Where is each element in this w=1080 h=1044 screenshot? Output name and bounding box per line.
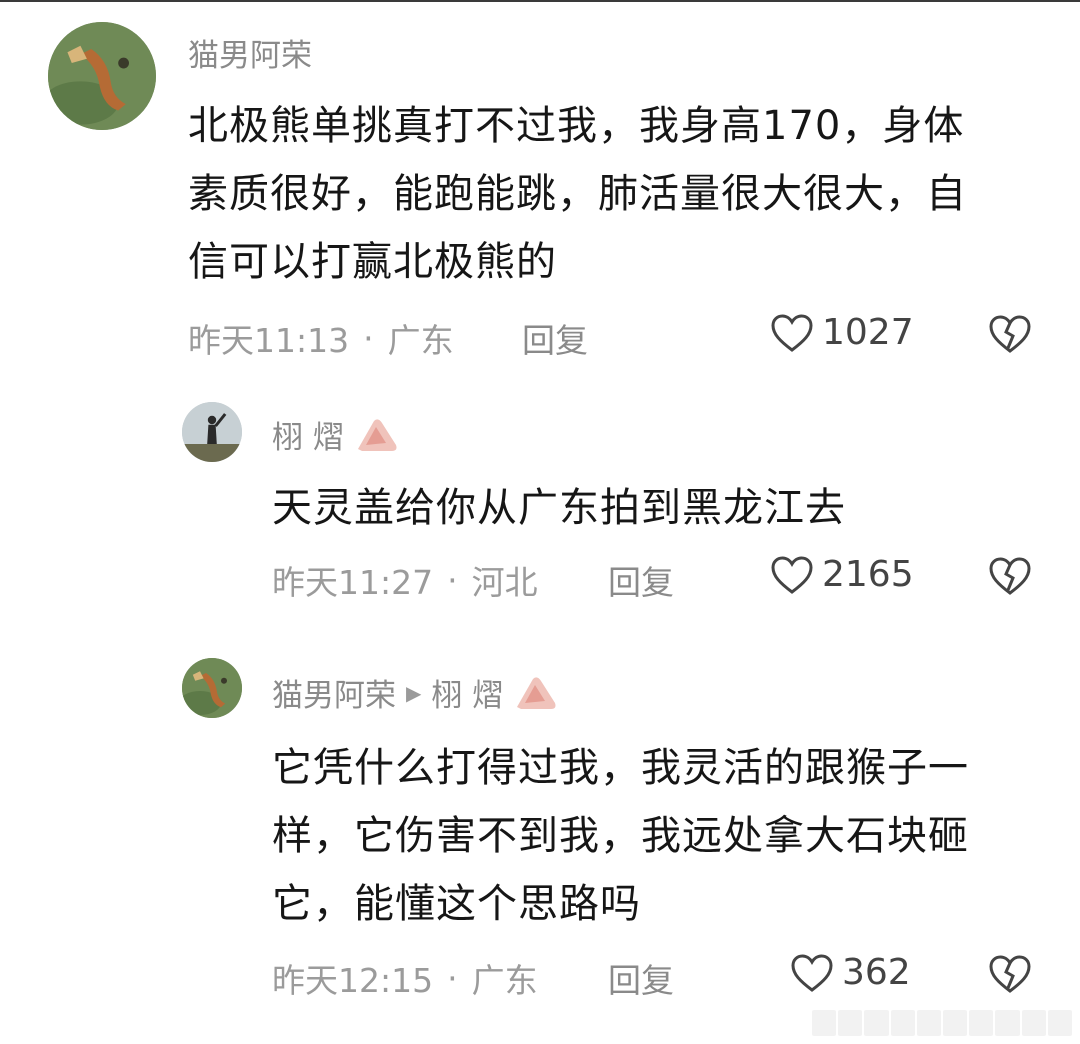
reply-button[interactable]: 回复 [608, 954, 674, 1002]
cat-avatar-icon [48, 22, 156, 130]
broken-heart-icon [989, 955, 1031, 993]
dislike-button[interactable] [988, 954, 1032, 994]
username-row: 猫男阿荣 [188, 30, 312, 75]
broken-heart-icon [989, 315, 1031, 353]
avatar[interactable] [48, 22, 156, 130]
cat-avatar-icon [182, 658, 242, 718]
comment-text: 它凭什么打得过我，我灵活的跟猴子一 样，它伤害不到我，我远处拿大石块砸 它，能懂… [272, 734, 1052, 938]
dislike-button[interactable] [988, 314, 1032, 354]
like-button[interactable]: 362 [790, 952, 911, 993]
reply-to-arrow-icon: ▶ [406, 680, 422, 705]
avatar[interactable] [182, 658, 242, 718]
comment-location: 广东 [471, 961, 538, 1000]
comment-line: 信可以打赢北极熊的 [188, 239, 557, 285]
meta-separator: · [363, 318, 374, 358]
comment-location: 广东 [387, 321, 454, 360]
reply-button[interactable]: 回复 [522, 314, 588, 362]
pink-badge-icon [513, 673, 559, 713]
comment-time: 昨天11:13 [188, 321, 350, 360]
username-row: 栩 熠 [272, 412, 400, 457]
heart-outline-icon [791, 953, 833, 992]
reply-to-username[interactable]: 栩 熠 [431, 670, 503, 715]
like-count: 362 [842, 952, 911, 993]
comment-line: 素质很好，能跑能跳，肺活量很大很大，自 [188, 171, 967, 217]
like-button[interactable]: 2165 [770, 554, 914, 595]
like-count: 2165 [822, 554, 914, 595]
username[interactable]: 栩 熠 [272, 412, 344, 457]
comment-meta: 昨天11:13 · 广东 [188, 314, 454, 362]
comment-line: 天灵盖给你从广东拍到黑龙江去 [272, 485, 846, 531]
like-button[interactable]: 1027 [770, 312, 914, 353]
comment-text: 天灵盖给你从广东拍到黑龙江去 [272, 474, 1052, 542]
comment-line: 北极熊单挑真打不过我，我身高170，身体 [188, 103, 965, 149]
watermark [812, 1010, 1073, 1036]
like-count: 1027 [822, 312, 914, 353]
reply-button[interactable]: 回复 [608, 556, 674, 604]
top-divider [0, 0, 1080, 2]
comment-time: 昨天12:15 [272, 961, 434, 1000]
broken-heart-icon [989, 557, 1031, 595]
comment-meta: 昨天11:27 · 河北 [272, 556, 538, 604]
comment-meta: 昨天12:15 · 广东 [272, 954, 538, 1002]
meta-separator: · [447, 560, 458, 600]
avatar[interactable] [182, 402, 242, 462]
username-row: 猫男阿荣 ▶ 栩 熠 [272, 670, 559, 715]
username[interactable]: 猫男阿荣 [188, 30, 312, 75]
dislike-button[interactable] [988, 556, 1032, 596]
comment-location: 河北 [471, 563, 538, 602]
comment-line: 它凭什么打得过我，我灵活的跟猴子一 [272, 745, 969, 791]
comment-line: 样，它伤害不到我，我远处拿大石块砸 [272, 813, 969, 859]
username[interactable]: 猫男阿荣 [272, 670, 396, 715]
heart-outline-icon [771, 555, 813, 594]
meta-separator: · [447, 958, 458, 998]
pink-badge-icon [354, 415, 400, 455]
comment-time: 昨天11:27 [272, 563, 434, 602]
heart-outline-icon [771, 313, 813, 352]
comment-line: 它，能懂这个思路吗 [272, 881, 641, 927]
comment-text: 北极熊单挑真打不过我，我身高170，身体 素质很好，能跑能跳，肺活量很大很大，自… [188, 92, 1058, 296]
person-avatar-icon [182, 402, 242, 462]
